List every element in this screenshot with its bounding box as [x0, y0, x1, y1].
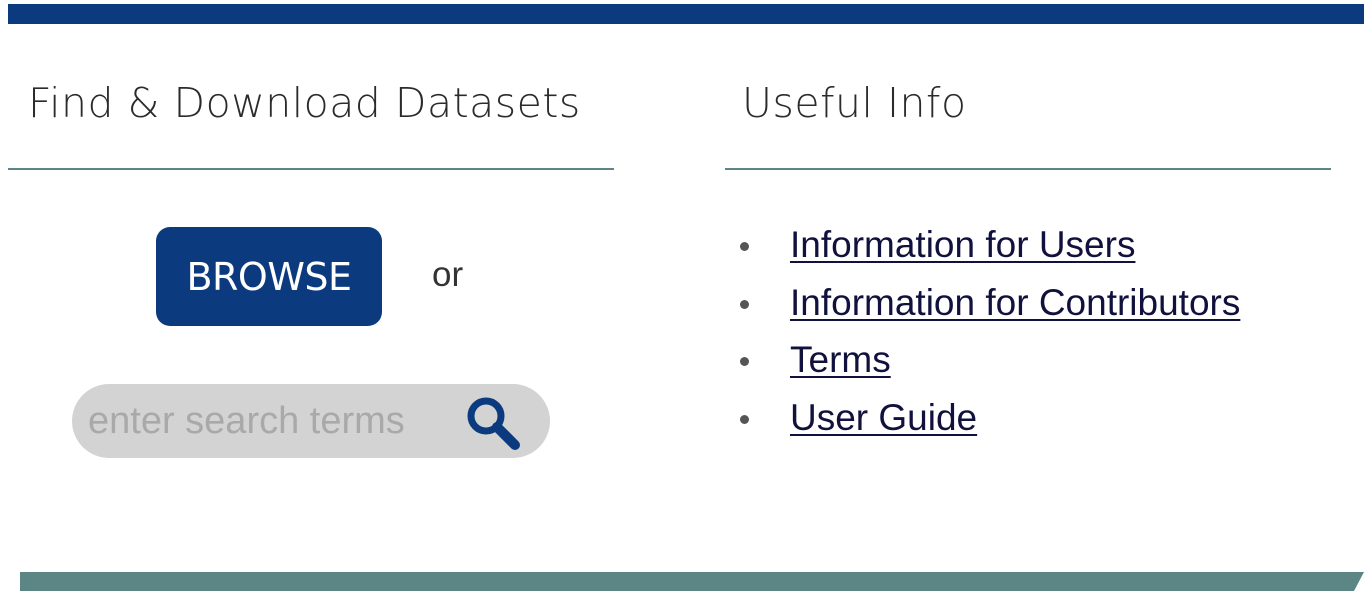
useful-info-divider [725, 168, 1331, 170]
list-item: Information for Users [736, 222, 1240, 280]
top-accent-bar [8, 4, 1364, 24]
search-input[interactable] [88, 384, 448, 458]
user-guide-link[interactable]: User Guide [790, 397, 977, 438]
browse-button[interactable]: BROWSE [156, 227, 382, 326]
bullet-icon [740, 299, 749, 309]
useful-info-heading: Useful Info [742, 79, 967, 127]
find-download-heading: Find & Download Datasets [28, 79, 581, 127]
information-for-users-link[interactable]: Information for Users [790, 224, 1135, 265]
information-for-contributors-link[interactable]: Information for Contributors [790, 282, 1240, 323]
bullet-icon [740, 242, 749, 251]
list-item: Information for Contributors [736, 280, 1240, 338]
or-separator-text: or [432, 255, 464, 294]
bottom-accent-bar [20, 572, 1364, 591]
terms-link[interactable]: Terms [790, 339, 891, 380]
list-item: Terms [736, 337, 1240, 395]
bullet-icon [740, 414, 749, 424]
find-download-divider [8, 168, 614, 170]
bullet-icon [740, 357, 749, 366]
useful-info-link-list: Information for Users Information for Co… [736, 222, 1240, 452]
search-icon[interactable] [462, 392, 524, 454]
list-item: User Guide [736, 395, 1240, 453]
